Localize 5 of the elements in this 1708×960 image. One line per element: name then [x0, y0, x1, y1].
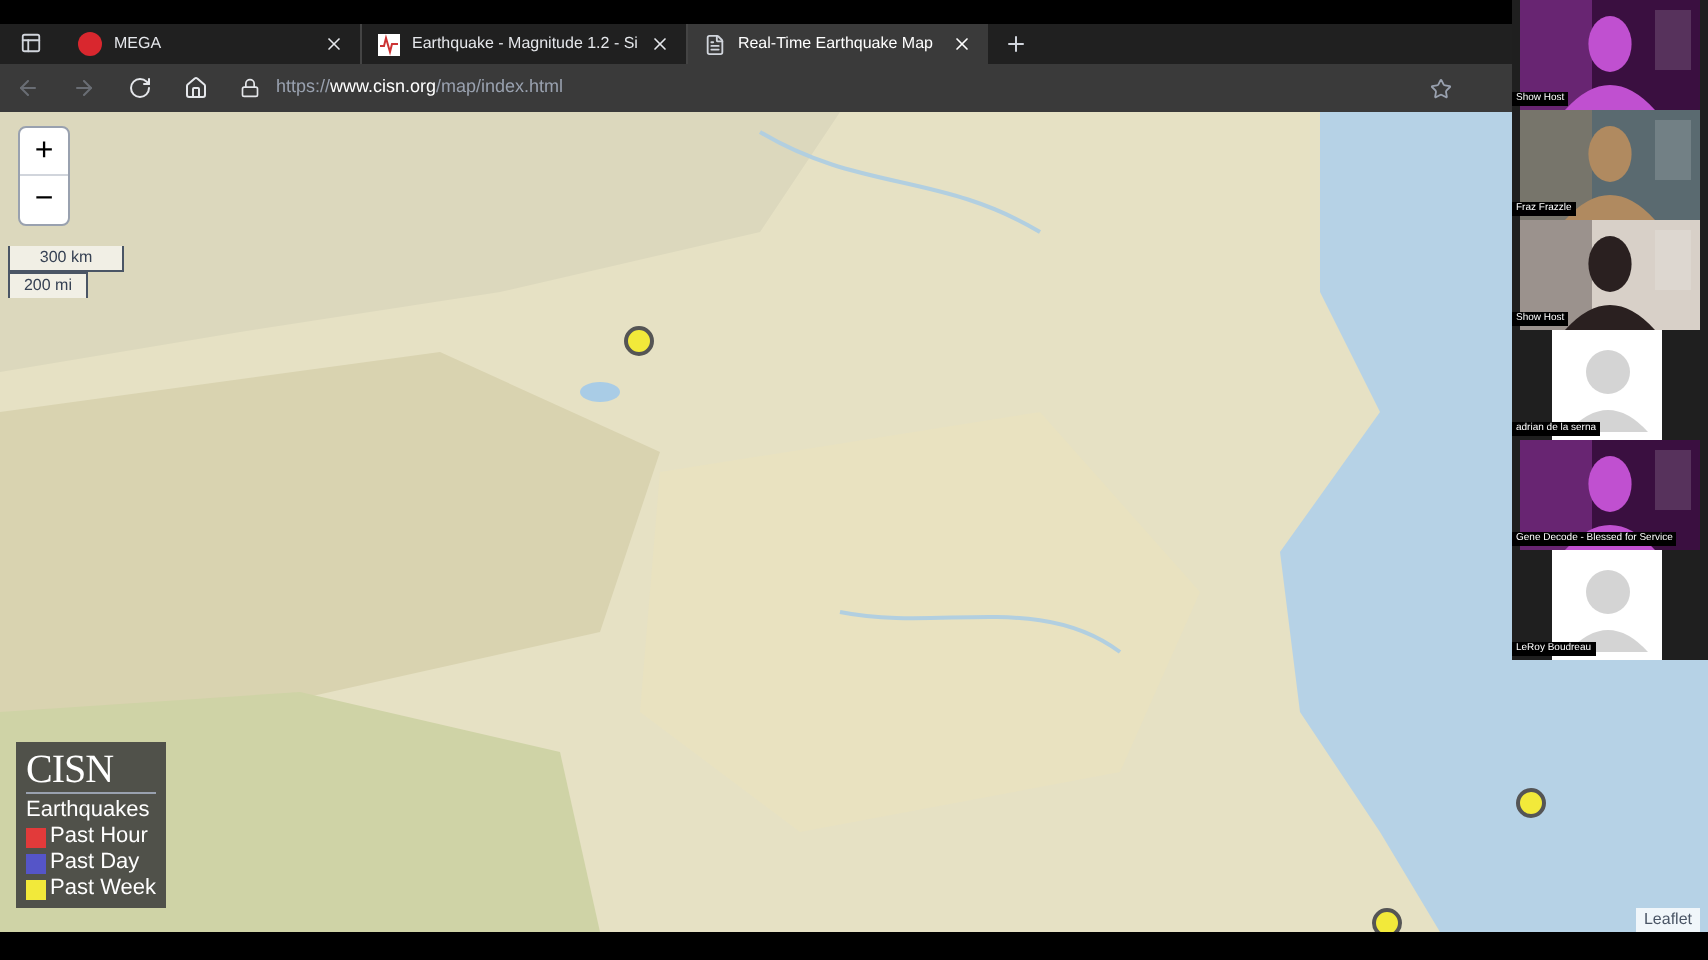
tab-title: Earthquake - Magnitude 1.2 - Si — [412, 32, 638, 56]
tab-title: Real-Time Earthquake Map — [737, 32, 935, 56]
browser-tab[interactable]: Real-Time Earthquake Map — [687, 24, 988, 64]
tab-title: MEGA — [114, 32, 164, 56]
address-field[interactable]: https://www.cisn.org/map/index.html — [276, 74, 564, 102]
